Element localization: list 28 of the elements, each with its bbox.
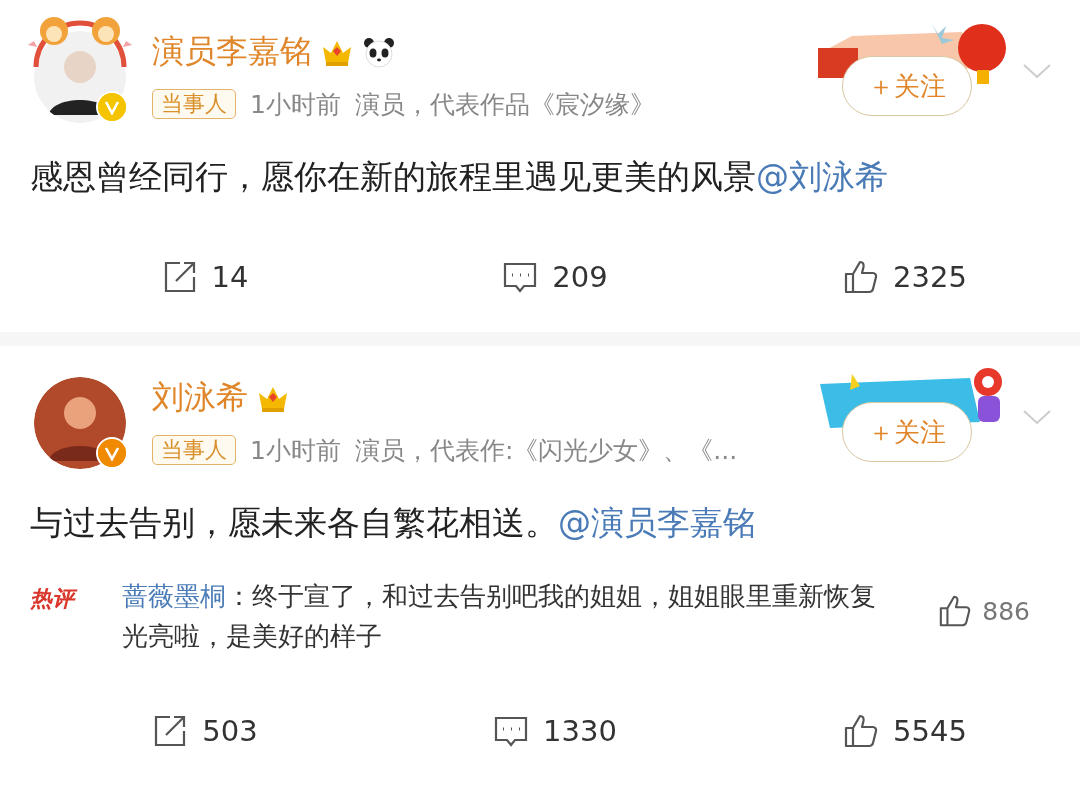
- commenter-link[interactable]: 蔷薇墨桐: [122, 581, 226, 611]
- thumbs-up-icon: [938, 594, 973, 628]
- thumbs-up-icon: [843, 713, 880, 749]
- post-time: 1小时前: [250, 88, 341, 121]
- action-count[interactable]: 503: [202, 714, 258, 748]
- action-count[interactable]: 209: [552, 260, 608, 294]
- author-name[interactable]: 刘泳希: [152, 375, 248, 420]
- author-description: 演员，代表作品《宸汐缘》: [354, 88, 655, 121]
- post-text: 与过去告别，愿未来各自繁花相送。@演员李嘉铭: [30, 502, 757, 544]
- post-text: 感恩曾经同行，愿你在新的旅程里遇见更美的风景@刘泳希: [30, 156, 889, 198]
- author-name[interactable]: 演员李嘉铭: [152, 29, 312, 74]
- mention-link[interactable]: @演员李嘉铭: [558, 503, 756, 542]
- participant-tag: 当事人: [152, 435, 236, 465]
- hot-comment-label: 热评: [30, 584, 122, 614]
- avatar[interactable]: [34, 377, 126, 469]
- hot-comment-text: 蔷薇墨桐：终于宣了，和过去告别吧我的姐姐，姐姐眼里重新恢复光亮啦，是美好的样子: [122, 580, 877, 653]
- action-count[interactable]: 1330: [543, 714, 617, 748]
- post-time: 1小时前: [250, 434, 341, 467]
- mention-link[interactable]: @刘泳希: [756, 157, 888, 196]
- action-count[interactable]: 5545: [893, 714, 967, 748]
- like-count: 886: [982, 596, 1030, 626]
- participant-tag: 当事人: [152, 89, 236, 119]
- follow-button[interactable]: ＋关注: [842, 402, 972, 462]
- thumbs-up-icon: [843, 259, 880, 295]
- follow-button[interactable]: ＋关注: [842, 56, 972, 116]
- author-description: 演员，代表作:《闪光少女》、《...: [354, 434, 738, 467]
- action-count[interactable]: 14: [211, 260, 249, 294]
- action-count[interactable]: 2325: [893, 260, 967, 294]
